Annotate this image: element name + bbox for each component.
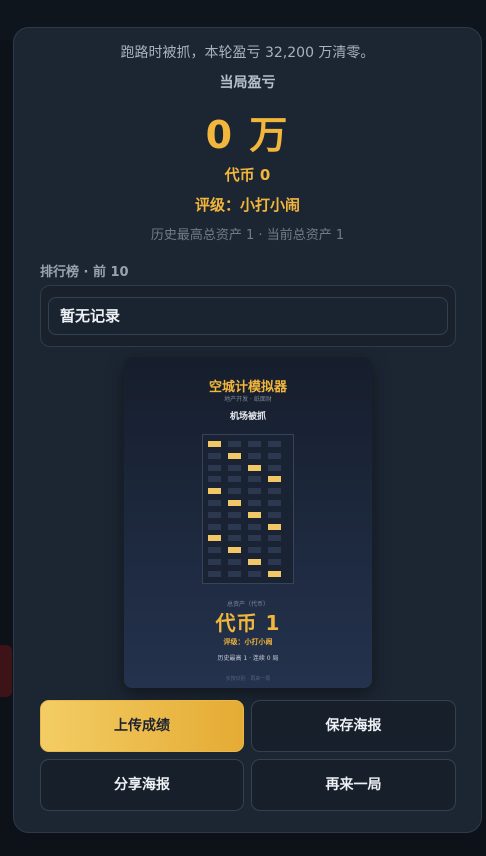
- dark-window: [248, 476, 261, 483]
- share-poster-button[interactable]: 分享海报: [40, 759, 244, 811]
- lit-window: [268, 476, 281, 483]
- dark-window: [228, 464, 241, 471]
- dark-window: [228, 441, 241, 447]
- dark-window: [228, 523, 241, 530]
- poster-building-graphic: [202, 434, 294, 584]
- leaderboard-panel: 暂无记录: [40, 285, 456, 347]
- dark-window: [228, 511, 241, 518]
- dark-window: [208, 547, 221, 554]
- dark-window: [208, 476, 221, 483]
- poster-asset-value: 代币 1: [215, 611, 281, 635]
- poster-footer: 长按识别 · 再来一局: [225, 676, 271, 682]
- poster-event: 机场被抓: [229, 412, 266, 422]
- dark-window: [228, 476, 241, 483]
- lit-window: [228, 547, 241, 554]
- result-modal: 跑路时被抓，本轮盈亏 32,200 万清零。 当局盈亏 0 万 代币 0 评级：…: [13, 27, 482, 833]
- dark-window: [228, 570, 241, 577]
- coins-value: 代币 0: [224, 166, 271, 184]
- poster-stats: 历史最高 1 · 连续 0 局: [217, 655, 279, 662]
- dark-window: [208, 570, 221, 577]
- dark-window: [248, 535, 261, 542]
- lit-window: [208, 535, 221, 542]
- dark-window: [248, 547, 261, 554]
- lit-window: [248, 464, 261, 471]
- dark-window: [208, 511, 221, 518]
- play-again-button[interactable]: 再来一局: [251, 759, 456, 811]
- save-poster-button[interactable]: 保存海报: [251, 700, 456, 752]
- dark-window: [268, 559, 281, 565]
- poster-rating: 评级：小打小闹: [223, 638, 273, 646]
- lit-window: [268, 570, 281, 577]
- lit-window: [248, 559, 261, 565]
- lit-window: [268, 523, 281, 530]
- share-poster-preview: 空城计模拟器 地产开发 · 纸面财 机场被抓 总资产（代币） 代币 1 评级：小…: [124, 357, 372, 688]
- dark-window: [208, 452, 221, 459]
- poster-subtitle: 地产开发 · 纸面财: [224, 396, 272, 403]
- dark-window: [228, 535, 241, 542]
- dark-window: [208, 464, 221, 471]
- dark-window: [268, 464, 281, 471]
- pnl-label: 当局盈亏: [219, 75, 276, 91]
- dark-window: [228, 488, 241, 495]
- dark-window: [228, 559, 241, 565]
- dark-window: [268, 535, 281, 542]
- history-assets: 历史最高总资产 1 · 当前总资产 1: [150, 228, 345, 243]
- dark-window: [248, 570, 261, 577]
- lit-window: [208, 441, 221, 447]
- rating-text: 评级：小打小闹: [194, 196, 300, 214]
- lit-window: [208, 488, 221, 495]
- pnl-value: 0 万: [205, 113, 290, 157]
- dark-window: [208, 523, 221, 530]
- leaderboard-title: 排行榜 · 前 10: [40, 265, 129, 280]
- dark-window: [248, 523, 261, 530]
- poster-title: 空城计模拟器: [208, 380, 287, 395]
- lit-window: [228, 452, 241, 459]
- dark-window: [268, 511, 281, 518]
- lit-window: [228, 500, 241, 506]
- upload-score-button[interactable]: 上传成绩: [40, 700, 244, 752]
- dark-window: [248, 452, 261, 459]
- dark-window: [268, 500, 281, 506]
- result-message: 跑路时被抓，本轮盈亏 32,200 万清零。: [120, 45, 375, 61]
- background-side-tab: [0, 645, 12, 697]
- dark-window: [268, 452, 281, 459]
- dark-window: [268, 547, 281, 554]
- dark-window: [248, 500, 261, 506]
- dark-window: [248, 488, 261, 495]
- lit-window: [248, 511, 261, 518]
- dark-window: [208, 559, 221, 565]
- dark-window: [208, 500, 221, 506]
- dark-window: [248, 441, 261, 447]
- leaderboard-empty-item: 暂无记录: [48, 297, 448, 335]
- dark-window: [268, 488, 281, 495]
- dark-window: [268, 441, 281, 447]
